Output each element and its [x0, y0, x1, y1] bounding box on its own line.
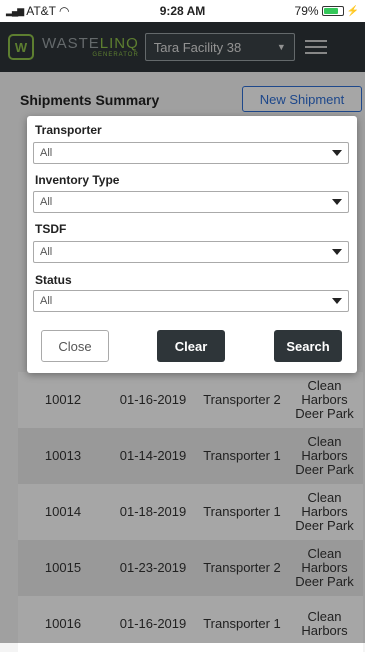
- caret-down-icon: [332, 249, 342, 255]
- inventory-type-select[interactable]: All: [33, 191, 349, 213]
- caret-down-icon: [332, 150, 342, 156]
- battery-icon: [321, 6, 344, 16]
- clock: 9:28 AM: [159, 4, 206, 18]
- caret-down-icon: [332, 199, 342, 205]
- status-bar: ▂▄▆ AT&T ◠ 9:28 AM 79% ⚡: [0, 0, 365, 22]
- status-label: Status: [35, 273, 72, 287]
- transporter-label: Transporter: [35, 123, 102, 137]
- status-select[interactable]: All: [33, 290, 349, 312]
- caret-down-icon: [332, 298, 342, 304]
- filter-modal: Transporter All Inventory Type All TSDF …: [27, 116, 357, 373]
- inventory-type-label: Inventory Type: [35, 173, 120, 187]
- tsdf-select[interactable]: All: [33, 241, 349, 263]
- tsdf-label: TSDF: [35, 222, 67, 236]
- clear-button[interactable]: Clear: [157, 330, 225, 362]
- search-button[interactable]: Search: [274, 330, 342, 362]
- transporter-select[interactable]: All: [33, 142, 349, 164]
- close-button[interactable]: Close: [41, 330, 109, 362]
